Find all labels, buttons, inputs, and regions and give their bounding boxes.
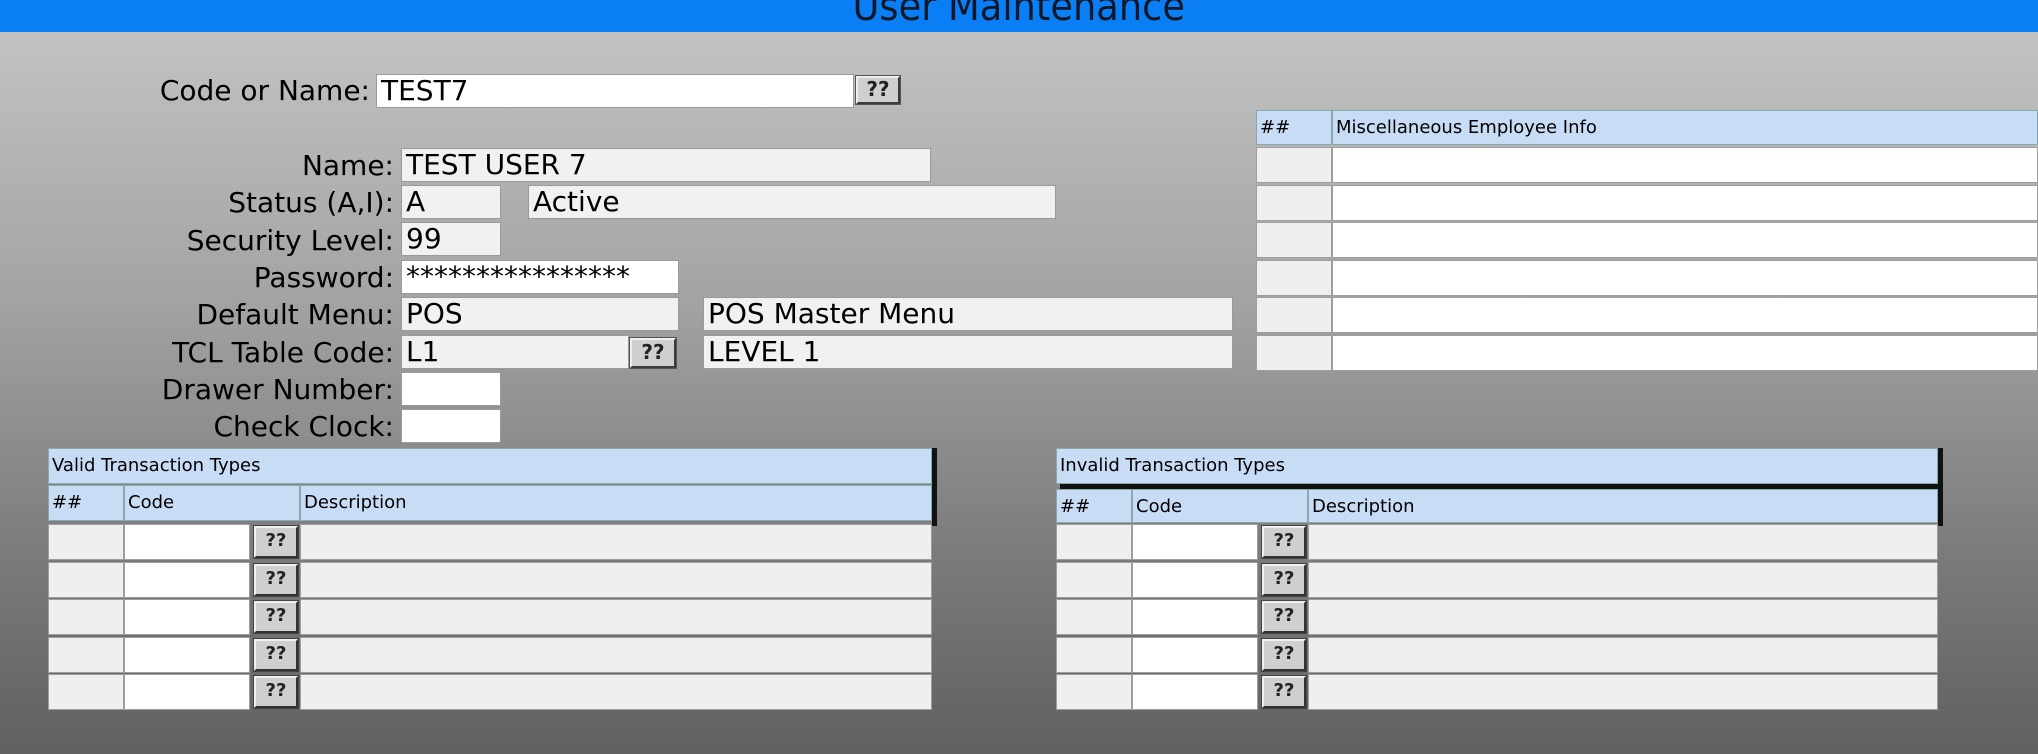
check-clock-label: Check Clock: — [213, 410, 394, 443]
default-menu-field[interactable]: POS — [401, 297, 679, 331]
valid-row-code-input[interactable] — [124, 561, 250, 598]
valid-row-num-cell — [48, 599, 124, 635]
security-level-field[interactable]: 99 — [401, 222, 501, 256]
valid-row-code-input[interactable] — [124, 599, 250, 635]
title-bar: User Maintenance — [0, 0, 2038, 32]
name-field[interactable]: TEST USER 7 — [401, 148, 931, 182]
invalid-row-code-lookup-button[interactable]: ?? — [1261, 600, 1307, 634]
misc-row-num-cell — [1256, 297, 1332, 333]
valid-row-description-cell — [300, 524, 932, 560]
status-label: Status (A,I): — [228, 186, 394, 219]
valid-row-description-cell — [300, 599, 932, 635]
misc-row-num-cell — [1256, 259, 1332, 296]
valid-row-code-lookup-button[interactable]: ?? — [253, 562, 299, 597]
invalid-row-description-cell — [1308, 636, 1938, 673]
tcl-lookup-button[interactable]: ?? — [629, 337, 677, 369]
valid-grid-title: Valid Transaction Types — [48, 448, 932, 484]
default-menu-label: Default Menu: — [196, 298, 394, 331]
invalid-row-num-cell — [1056, 674, 1132, 710]
valid-row-code-lookup-button[interactable]: ?? — [253, 600, 299, 634]
misc-row-info-cell[interactable] — [1332, 147, 2038, 183]
valid-row-code-lookup-button[interactable]: ?? — [253, 675, 299, 709]
password-label: Password: — [253, 261, 394, 294]
valid-col-num-header: ## — [48, 485, 124, 521]
invalid-row-code-lookup-button[interactable]: ?? — [1261, 637, 1307, 672]
invalid-col-code-header: Code — [1132, 489, 1308, 523]
status-code-field[interactable]: A — [401, 185, 501, 219]
valid-row-num-cell — [48, 524, 124, 560]
invalid-row-num-cell — [1056, 561, 1132, 598]
misc-col-info-header: Miscellaneous Employee Info — [1332, 110, 2038, 145]
invalid-row-code-lookup-button[interactable]: ?? — [1261, 525, 1307, 559]
window-title: User Maintenance — [852, 0, 1186, 30]
invalid-row-num-cell — [1056, 636, 1132, 673]
valid-transaction-types-grid: Valid Transaction Types ## Code Descript… — [48, 448, 938, 710]
invalid-row-num-cell — [1056, 524, 1132, 560]
valid-col-desc-header: Description — [300, 485, 932, 521]
valid-col-code-header: Code — [124, 485, 300, 521]
tcl-table-description: LEVEL 1 — [703, 335, 1233, 369]
misc-row-info-cell[interactable] — [1332, 222, 2038, 258]
drawer-number-label: Drawer Number: — [161, 373, 394, 406]
tcl-table-code-field[interactable]: L1 — [401, 335, 629, 369]
misc-row-info-cell[interactable] — [1332, 297, 2038, 333]
invalid-row-code-input[interactable] — [1132, 636, 1258, 673]
misc-row-info-cell[interactable] — [1332, 334, 2038, 371]
invalid-row-num-cell — [1056, 599, 1132, 635]
valid-row-code-input[interactable] — [124, 524, 250, 560]
valid-row-code-input[interactable] — [124, 674, 250, 710]
invalid-col-num-header: ## — [1056, 489, 1132, 523]
invalid-row-code-lookup-button[interactable]: ?? — [1261, 562, 1307, 597]
misc-row-num-cell — [1256, 334, 1332, 371]
valid-row-num-cell — [48, 561, 124, 598]
invalid-row-description-cell — [1308, 561, 1938, 598]
check-clock-field[interactable] — [401, 409, 501, 443]
code-or-name-label: Code or Name: — [159, 74, 370, 107]
password-field[interactable]: **************** — [401, 260, 679, 294]
valid-row-code-lookup-button[interactable]: ?? — [253, 637, 299, 672]
invalid-row-code-input[interactable] — [1132, 561, 1258, 598]
invalid-grid-title: Invalid Transaction Types — [1056, 448, 1938, 484]
misc-row-num-cell — [1256, 222, 1332, 258]
invalid-row-code-input[interactable] — [1132, 599, 1258, 635]
status-description: Active — [528, 185, 1056, 219]
invalid-row-code-input[interactable] — [1132, 674, 1258, 710]
code-lookup-button[interactable]: ?? — [855, 75, 901, 105]
valid-row-num-cell — [48, 674, 124, 710]
name-label: Name: — [301, 149, 394, 182]
tcl-table-code-label: TCL Table Code: — [172, 336, 394, 369]
default-menu-description: POS Master Menu — [703, 297, 1233, 331]
misc-row-num-cell — [1256, 184, 1332, 221]
valid-row-code-input[interactable] — [124, 636, 250, 673]
invalid-row-description-cell — [1308, 524, 1938, 560]
invalid-row-description-cell — [1308, 674, 1938, 710]
invalid-row-code-lookup-button[interactable]: ?? — [1261, 675, 1307, 709]
misc-row-num-cell — [1256, 147, 1332, 183]
misc-employee-info-grid: ## Miscellaneous Employee Info — [1256, 110, 2038, 371]
valid-row-code-lookup-button[interactable]: ?? — [253, 525, 299, 559]
code-or-name-input[interactable]: TEST7 — [376, 74, 854, 108]
valid-row-description-cell — [300, 674, 932, 710]
misc-row-info-cell[interactable] — [1332, 259, 2038, 296]
drawer-number-field[interactable] — [401, 372, 501, 406]
misc-row-info-cell[interactable] — [1332, 184, 2038, 221]
invalid-row-code-input[interactable] — [1132, 524, 1258, 560]
invalid-row-description-cell — [1308, 599, 1938, 635]
valid-row-description-cell — [300, 636, 932, 673]
misc-col-num-header: ## — [1256, 110, 1332, 145]
valid-row-num-cell — [48, 636, 124, 673]
valid-row-description-cell — [300, 561, 932, 598]
invalid-transaction-types-grid: Invalid Transaction Types ## Code Descri… — [1056, 448, 1946, 710]
security-level-label: Security Level: — [186, 224, 394, 257]
invalid-col-desc-header: Description — [1308, 489, 1938, 523]
